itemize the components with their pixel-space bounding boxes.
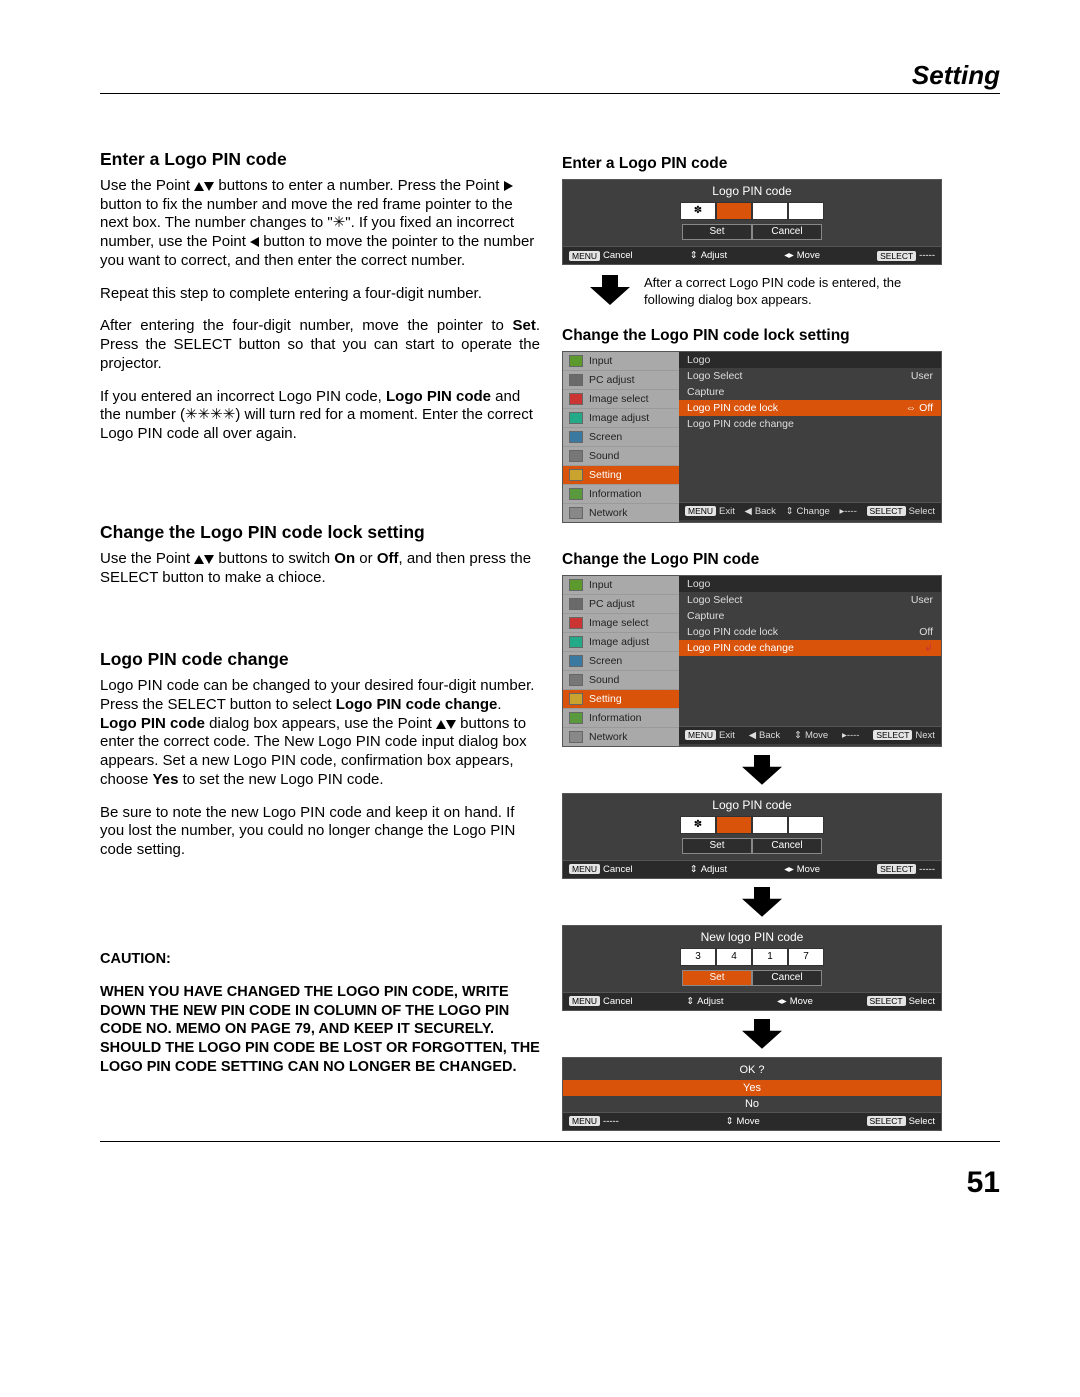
caption-change-pin: Change the Logo PIN code: [562, 551, 962, 569]
caption-change-lock: Change the Logo PIN code lock setting: [562, 327, 962, 345]
set-button-selected[interactable]: Set: [682, 970, 752, 986]
input-icon: [569, 355, 583, 367]
arrow-down-icon: [742, 887, 782, 917]
osd-new-pin-code: New logo PIN code 3 4 1 7 Set Cancel MEN…: [562, 925, 942, 1011]
para-pin-change-1: Logo PIN code can be changed to your des…: [100, 677, 540, 790]
up-icon: [194, 182, 204, 191]
screen-icon: [569, 431, 583, 443]
sidebar-item[interactable]: Network: [589, 731, 628, 743]
para-change-lock: Use the Point buttons to switch On or Of…: [100, 550, 540, 588]
right-column: Enter a Logo PIN code Logo PIN code ✽ Se…: [562, 149, 962, 1131]
left-icon: [250, 237, 259, 247]
osd-menu-lock: Input PC adjust Image select Image adjus…: [562, 351, 942, 523]
sidebar-item[interactable]: PC adjust: [589, 598, 635, 610]
pin-digit[interactable]: 4: [716, 948, 752, 966]
note-text: After a correct Logo PIN code is entered…: [644, 275, 904, 309]
sidebar-item[interactable]: Image adjust: [589, 636, 649, 648]
cancel-button[interactable]: Cancel: [752, 224, 822, 240]
down-icon: [204, 555, 214, 564]
heading-pin-change: Logo PIN code change: [100, 649, 540, 671]
page-number: 51: [100, 1166, 1000, 1200]
set-button[interactable]: Set: [682, 224, 752, 240]
osd-pin-code-1: Logo PIN code ✽ Set Cancel MENUCancel ⇕ …: [562, 179, 942, 265]
pin-digit[interactable]: [752, 816, 788, 834]
network-icon: [569, 507, 583, 519]
pin-digit-selected[interactable]: [716, 202, 752, 220]
confirm-question: OK ?: [563, 1058, 941, 1080]
arrow-down-icon: [590, 275, 630, 305]
osd-menu-change: Input PC adjust Image select Image adjus…: [562, 575, 942, 747]
right-icon: [504, 181, 513, 191]
cancel-button[interactable]: Cancel: [752, 838, 822, 854]
setting-icon: [569, 469, 583, 481]
para-set: After entering the four-digit number, mo…: [100, 317, 540, 373]
osd-confirm: OK ? Yes No MENU----- ⇕ Move SELECTSelec…: [562, 1057, 942, 1131]
caption-enter-pin: Enter a Logo PIN code: [562, 155, 962, 173]
cancel-button[interactable]: Cancel: [752, 970, 822, 986]
sidebar-item[interactable]: Input: [589, 579, 612, 591]
image-adjust-icon: [569, 412, 583, 424]
sidebar-item[interactable]: Information: [589, 488, 642, 500]
pin-digit[interactable]: 3: [680, 948, 716, 966]
pin-digit-selected[interactable]: [716, 816, 752, 834]
sidebar-item-selected[interactable]: Setting: [589, 693, 622, 705]
sidebar-item[interactable]: Input: [589, 355, 612, 367]
caution-heading: CAUTION:: [100, 950, 540, 969]
pin-digit[interactable]: [752, 202, 788, 220]
footer-rule: [100, 1141, 1000, 1142]
pin-digit[interactable]: ✽: [680, 202, 716, 220]
pin-digit[interactable]: 7: [788, 948, 824, 966]
information-icon: [569, 488, 583, 500]
image-select-icon: [569, 393, 583, 405]
menu-row-selected[interactable]: Logo PIN code change↲: [679, 640, 941, 656]
arrow-down-icon: [742, 755, 782, 785]
sidebar-item[interactable]: Sound: [589, 450, 619, 462]
sidebar-item[interactable]: Sound: [589, 674, 619, 686]
sidebar-item[interactable]: Screen: [589, 431, 622, 443]
menu-row-selected[interactable]: Logo PIN code lock⇔ Off: [679, 400, 941, 416]
sidebar-item[interactable]: Image adjust: [589, 412, 649, 424]
pin-digit[interactable]: ✽: [680, 816, 716, 834]
up-icon: [194, 555, 204, 564]
para-enter-pin: Use the Point buttons to enter a number.…: [100, 177, 540, 271]
sidebar-item[interactable]: Image select: [589, 393, 649, 405]
sidebar-item[interactable]: Screen: [589, 655, 622, 667]
heading-enter-pin: Enter a Logo PIN code: [100, 149, 540, 171]
set-button[interactable]: Set: [682, 838, 752, 854]
menu-sidebar: Input PC adjust Image select Image adjus…: [563, 352, 679, 522]
chevron-right-icon: ◀: [665, 469, 673, 481]
sidebar-item[interactable]: Image select: [589, 617, 649, 629]
confirm-yes[interactable]: Yes: [563, 1080, 941, 1096]
sound-icon: [569, 450, 583, 462]
osd-title: Logo PIN code: [563, 180, 941, 200]
arrow-down-icon: [742, 1019, 782, 1049]
page-header: Setting: [100, 60, 1000, 91]
down-icon: [204, 182, 214, 191]
pin-digit[interactable]: 1: [752, 948, 788, 966]
para-incorrect: If you entered an incorrect Logo PIN cod…: [100, 388, 540, 444]
sidebar-item[interactable]: Network: [589, 507, 628, 519]
para-note-keep: Be sure to note the new Logo PIN code an…: [100, 804, 540, 860]
left-column: Enter a Logo PIN code Use the Point butt…: [100, 149, 540, 1131]
osd-footer: MENUCancel ⇕ Adjust ◂▸ Move SELECT-----: [563, 246, 941, 264]
header-rule: [100, 93, 1000, 94]
sidebar-item[interactable]: Information: [589, 712, 642, 724]
heading-change-lock: Change the Logo PIN code lock setting: [100, 522, 540, 544]
pc-adjust-icon: [569, 374, 583, 386]
para-repeat: Repeat this step to complete entering a …: [100, 285, 540, 304]
down-icon: [446, 720, 456, 729]
up-icon: [436, 720, 446, 729]
pin-digit[interactable]: [788, 202, 824, 220]
sidebar-item-selected[interactable]: Setting: [589, 469, 622, 481]
caution-body: WHEN YOU HAVE CHANGED THE LOGO PIN CODE,…: [100, 983, 540, 1077]
sidebar-item[interactable]: PC adjust: [589, 374, 635, 386]
confirm-no[interactable]: No: [563, 1096, 941, 1112]
osd-pin-code-2: Logo PIN code ✽ Set Cancel MENUCancel ⇕ …: [562, 793, 942, 879]
pin-digit[interactable]: [788, 816, 824, 834]
